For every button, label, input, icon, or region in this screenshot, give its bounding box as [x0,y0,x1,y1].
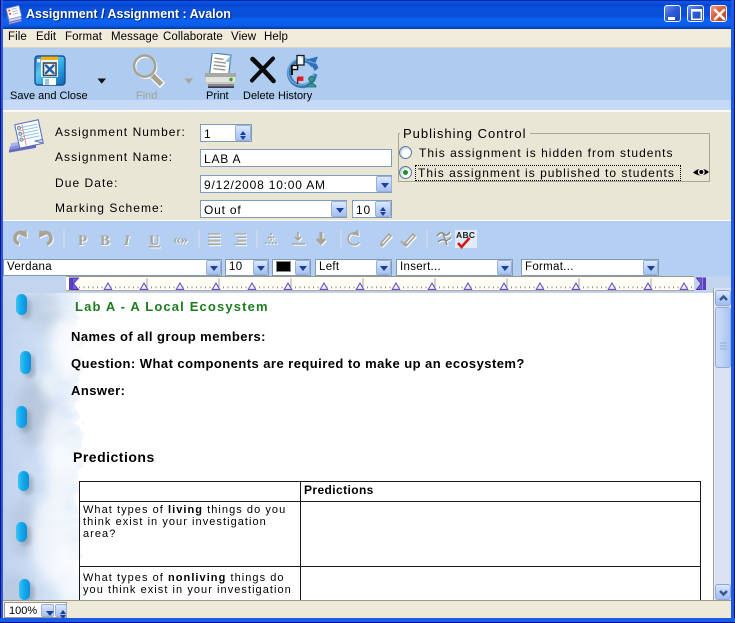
svg-text:B: B [100,233,110,249]
svg-text:P: P [78,233,87,249]
svg-text:ABC: ABC [456,230,475,240]
svg-text:I: I [123,233,131,249]
svg-text:«»: «» [173,232,188,248]
svg-text:U: U [149,233,160,249]
